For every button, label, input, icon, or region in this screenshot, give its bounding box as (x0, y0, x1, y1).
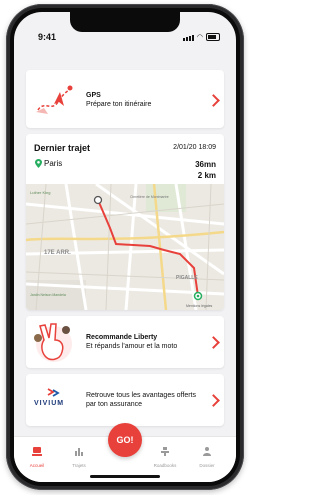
vivium-logo-icon (47, 388, 60, 397)
roadbook-icon (161, 447, 169, 456)
phone-frame: 9:41 ◠ GPS Prépare ton itinéraire Dernie… (6, 4, 244, 490)
map-label-luther: Luther King (30, 190, 50, 195)
gps-subtitle: Prépare ton itinéraire (86, 101, 152, 108)
route-illustration-icon (36, 85, 73, 114)
tab-trajets[interactable]: Trajets (64, 443, 94, 468)
chevron-right-icon (207, 336, 220, 349)
map-label-pigalle: PIGALLE (176, 275, 198, 281)
location-pin-icon (35, 159, 42, 168)
map-label-arr: 17E ARR. (44, 250, 71, 256)
tab-roadbooks[interactable]: Roadbooks (150, 443, 180, 468)
battery-icon (206, 33, 220, 41)
tab-label: Dossier (199, 463, 215, 468)
tab-label: Trajets (72, 463, 86, 468)
go-button[interactable]: GO! (108, 423, 142, 457)
status-icons: ◠ (182, 33, 220, 41)
vivium-line1: Retrouve tous les avantages offerts (86, 392, 196, 399)
vivium-logo-text: VIVIUM (34, 400, 65, 407)
stats-icon (75, 448, 83, 456)
last-trip-date: 2/01/20 18:09 (173, 144, 216, 151)
notch (70, 12, 180, 32)
last-trip-duration: 36mn (195, 160, 216, 169)
gps-card[interactable]: GPS Prépare ton itinéraire (26, 70, 224, 128)
liberty-title: Recommande Liberty (86, 334, 158, 341)
map-label-cimetiere: Cimetière de Montmartre (130, 195, 169, 199)
gps-title: GPS (86, 92, 101, 99)
vivium-insurance-card[interactable]: VIVIUM Retrouve tous les avantages offer… (26, 374, 224, 426)
last-trip-card[interactable]: Dernier trajet 2/01/20 18:09 Paris 36mn … (26, 134, 224, 310)
liberty-referral-card[interactable]: Recommande Liberty Et répands l'amour et… (26, 316, 224, 368)
map-legal-link[interactable]: Mentions légales (186, 304, 213, 308)
chevron-right-icon (207, 94, 220, 107)
peace-hand-illustration-icon (34, 323, 72, 362)
tab-label: Roadbooks (153, 463, 177, 468)
liberty-subtitle: Et répands l'amour et la moto (86, 343, 178, 350)
profile-icon (203, 447, 211, 456)
home-indicator (90, 475, 160, 478)
status-time: 9:41 (38, 32, 57, 42)
app-screen: 9:41 ◠ GPS Prépare ton itinéraire Dernie… (14, 12, 236, 482)
tab-dossier[interactable]: Dossier (192, 443, 222, 468)
last-trip-title: Dernier trajet (34, 143, 91, 153)
last-trip-distance: 2 km (197, 171, 216, 180)
last-trip-city: Paris (44, 159, 63, 168)
chevron-right-icon (207, 394, 220, 407)
tab-label: Accueil (29, 463, 45, 468)
home-icon (32, 447, 42, 456)
vivium-line2: par ton assurance (86, 401, 143, 408)
tab-accueil[interactable]: Accueil (22, 443, 52, 468)
map-label-jardin: Jardin Nelson Mandela (30, 293, 66, 297)
wifi-icon: ◠ (196, 34, 203, 41)
trip-map[interactable]: 17E ARR. PIGALLE Luther King Cimetière d… (26, 184, 224, 310)
signal-icon (182, 35, 194, 41)
